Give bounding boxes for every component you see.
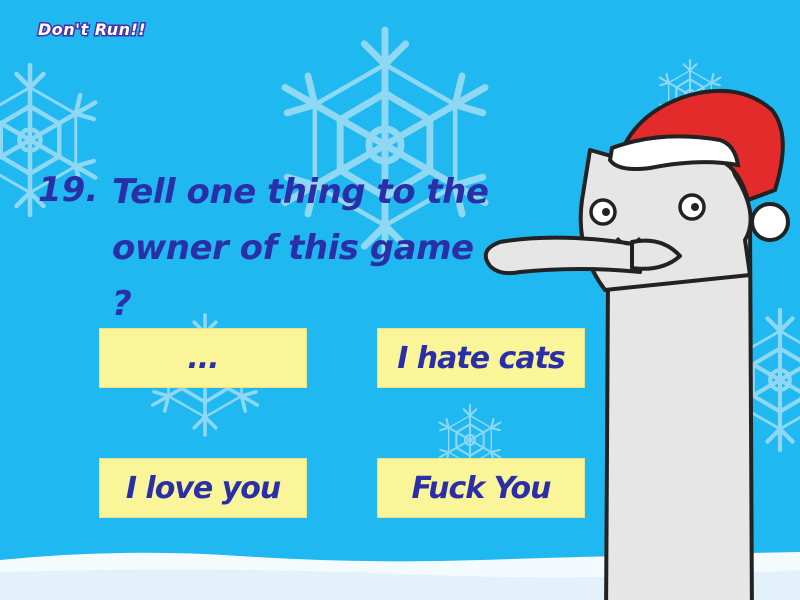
- answer-option-2[interactable]: I hate cats: [377, 328, 585, 388]
- game-screen: Don't Run!! 19. Tell one thing to the ow…: [0, 0, 800, 600]
- answer-option-4[interactable]: Fuck You: [377, 458, 585, 518]
- answer-option-3[interactable]: I love you: [99, 458, 307, 518]
- answer-option-1[interactable]: ...: [99, 328, 307, 388]
